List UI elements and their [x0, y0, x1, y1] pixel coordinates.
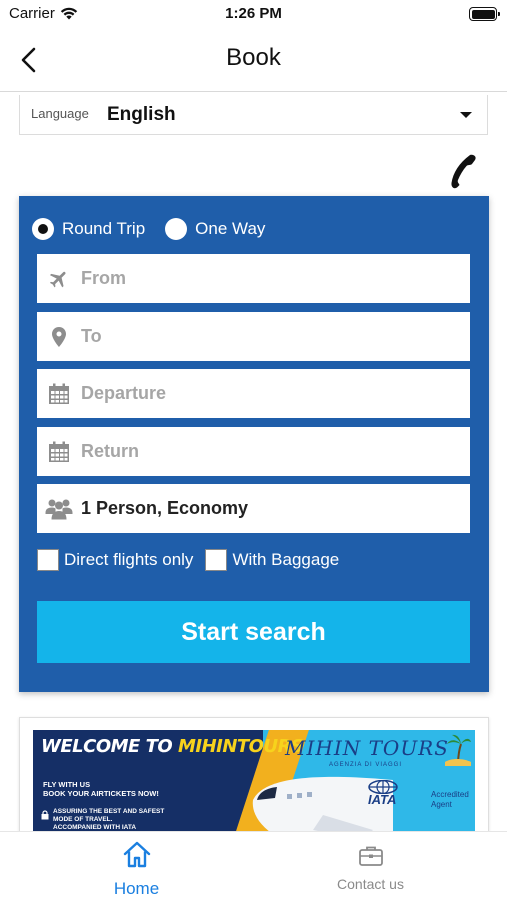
- palm-tree-icon: [445, 734, 471, 766]
- direct-flights-label: Direct flights only: [64, 550, 194, 569]
- language-value: English: [107, 104, 176, 125]
- accredited-text: Accredited Agent: [431, 790, 469, 810]
- tab-contact[interactable]: Contact us: [244, 832, 497, 900]
- calendar-icon: [37, 369, 81, 418]
- tab-home[interactable]: Home: [10, 832, 263, 900]
- battery-icon: [469, 7, 500, 21]
- radio-unchecked-icon: [165, 218, 188, 240]
- home-icon: [123, 841, 150, 868]
- banner-welcome: WELCOME TO MIHINTOURS: [41, 736, 304, 757]
- departure-field[interactable]: Departure: [37, 369, 470, 418]
- fly-text: FLY WITH US BOOK YOUR AIRTICKETS NOW!: [43, 780, 159, 798]
- caret-down-icon: [460, 112, 472, 118]
- calendar-icon: [37, 427, 81, 476]
- phone-icon[interactable]: [446, 152, 480, 190]
- to-field[interactable]: To: [37, 312, 470, 361]
- status-bar: Carrier 1:26 PM: [0, 0, 507, 30]
- departure-placeholder: Departure: [81, 383, 167, 403]
- location-pin-icon: [37, 312, 81, 361]
- checkbox-unchecked-icon: [205, 549, 228, 571]
- accredited-line: Agent: [431, 800, 452, 809]
- radio-checked-icon: [32, 218, 54, 240]
- one-way-label: One Way: [195, 219, 266, 238]
- lock-icon: [41, 810, 49, 820]
- with-baggage-label: With Baggage: [232, 550, 340, 569]
- promo-banner[interactable]: WELCOME TO MIHINTOURS FLY WITH US BOOK Y…: [33, 730, 475, 836]
- briefcase-icon: [358, 846, 383, 866]
- return-field[interactable]: Return: [37, 427, 470, 476]
- direct-flights-checkbox[interactable]: Direct flights only: [37, 549, 193, 571]
- from-field[interactable]: From: [37, 254, 470, 303]
- round-trip-label: Round Trip: [62, 219, 146, 238]
- trip-type-group: Round Trip One Way: [32, 218, 285, 240]
- airplane-icon: [37, 254, 81, 303]
- checkbox-unchecked-icon: [37, 549, 59, 571]
- welcome-text: WELCOME TO: [41, 736, 178, 757]
- round-trip-radio[interactable]: Round Trip: [32, 218, 145, 240]
- options-group: Direct flights only With Baggage: [37, 549, 351, 571]
- from-placeholder: From: [81, 268, 126, 288]
- accredited-line: Accredited: [431, 790, 469, 799]
- assure-line: MODE OF TRAVEL.: [53, 816, 113, 823]
- status-time: 1:26 PM: [225, 5, 282, 22]
- iata-logo: IATA: [368, 792, 397, 807]
- language-select[interactable]: Language English: [19, 95, 488, 135]
- mihin-tours-logo: MIHIN TOURS: [285, 736, 449, 760]
- language-label: Language: [31, 106, 89, 121]
- passengers-field[interactable]: 1 Person, Economy: [37, 484, 470, 533]
- assure-line: ASSURING THE BEST AND SAFEST: [53, 808, 165, 815]
- logo-subtitle: AGENZIA DI VIAGGI: [329, 762, 403, 768]
- tab-home-label: Home: [113, 879, 160, 898]
- promo-banner-card: WELCOME TO MIHINTOURS FLY WITH US BOOK Y…: [19, 717, 489, 837]
- navigation-bar: Book: [0, 30, 507, 92]
- start-search-button[interactable]: Start search: [37, 601, 470, 663]
- to-placeholder: To: [81, 326, 102, 346]
- fly-line: FLY WITH US: [43, 780, 91, 789]
- flight-search-panel: Round Trip One Way From To Departure Ret…: [19, 196, 489, 692]
- tab-contact-label: Contact us: [337, 876, 404, 892]
- page-title: Book: [226, 44, 281, 71]
- one-way-radio[interactable]: One Way: [165, 218, 265, 240]
- passengers-value: 1 Person, Economy: [81, 498, 249, 518]
- with-baggage-checkbox[interactable]: With Baggage: [205, 549, 339, 571]
- tab-bar: Home Contact us: [0, 831, 507, 900]
- return-placeholder: Return: [81, 441, 139, 461]
- assure-text: ASSURING THE BEST AND SAFEST MODE OF TRA…: [53, 808, 164, 832]
- fly-line: BOOK YOUR AIRTICKETS NOW!: [43, 789, 159, 798]
- people-icon: [37, 484, 81, 533]
